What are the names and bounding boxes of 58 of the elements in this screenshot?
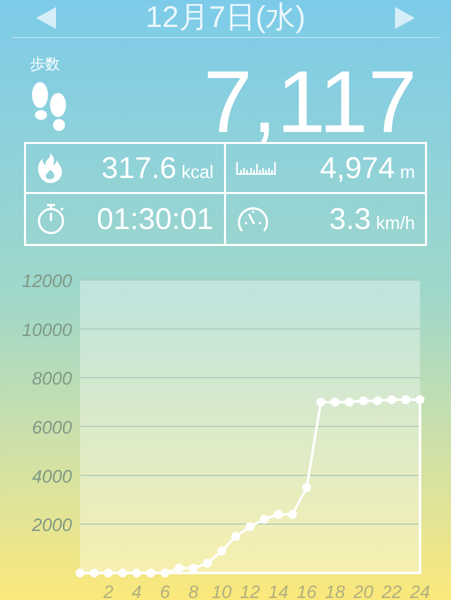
flame-icon <box>36 152 64 184</box>
data-point <box>231 532 240 541</box>
y-axis-label: 4000 <box>32 466 72 486</box>
data-point <box>344 398 354 407</box>
data-point <box>246 522 254 532</box>
step-count: 7,117 <box>203 51 418 152</box>
x-axis-label: 24 <box>410 582 430 600</box>
x-axis-label: 12 <box>240 582 260 600</box>
previous-day-button[interactable] <box>36 7 56 29</box>
stat-value: 3.3 km/h <box>329 202 415 238</box>
data-point <box>188 564 198 573</box>
data-point <box>316 398 326 407</box>
data-point <box>274 510 283 519</box>
data-point <box>90 568 99 578</box>
data-point <box>174 564 184 573</box>
data-point <box>302 483 312 492</box>
stat-value: 317.6 kcal <box>101 150 214 186</box>
data-point <box>387 395 396 404</box>
x-axis-label: 10 <box>212 582 232 600</box>
x-axis-label: 4 <box>132 582 142 600</box>
data-point <box>288 510 297 519</box>
data-point <box>104 568 113 578</box>
data-point <box>401 395 410 404</box>
data-point <box>76 568 84 578</box>
x-axis-label: 22 <box>382 582 402 600</box>
x-axis-label: 8 <box>188 582 198 600</box>
stopwatch-icon <box>36 203 66 235</box>
y-axis-label: 12000 <box>22 271 72 291</box>
stat-value: 01:30:01 <box>96 202 214 238</box>
right-triangle-icon <box>394 7 415 29</box>
stat-value: 4,974 m <box>320 150 415 186</box>
data-point <box>203 558 212 568</box>
x-axis-label: 2 <box>103 582 114 600</box>
data-point <box>373 396 382 406</box>
date-title: 12月7日(水) <box>145 0 306 36</box>
y-axis-label: 6000 <box>32 418 72 438</box>
data-point <box>416 395 424 404</box>
y-axis-label: 2000 <box>32 515 72 536</box>
data-point <box>330 398 340 407</box>
data-point <box>132 568 142 578</box>
x-axis-label: 18 <box>324 582 346 600</box>
x-axis-label: 20 <box>353 582 374 600</box>
next-day-button[interactable] <box>394 7 415 29</box>
x-axis-label: 16 <box>296 582 317 600</box>
data-point <box>146 568 156 578</box>
y-axis-label: 8000 <box>32 368 72 389</box>
data-point <box>358 396 368 406</box>
data-point <box>217 546 226 556</box>
ruler-icon <box>236 161 276 175</box>
x-axis-label: 14 <box>268 582 288 600</box>
data-point <box>160 568 170 578</box>
left-triangle-icon <box>36 7 56 29</box>
speedometer-icon <box>236 205 270 233</box>
y-axis-label: 10000 <box>22 320 72 340</box>
steps-label: 歩数 <box>30 55 60 75</box>
data-point <box>118 568 127 578</box>
x-axis-label: 6 <box>160 582 170 600</box>
data-point <box>260 514 269 524</box>
